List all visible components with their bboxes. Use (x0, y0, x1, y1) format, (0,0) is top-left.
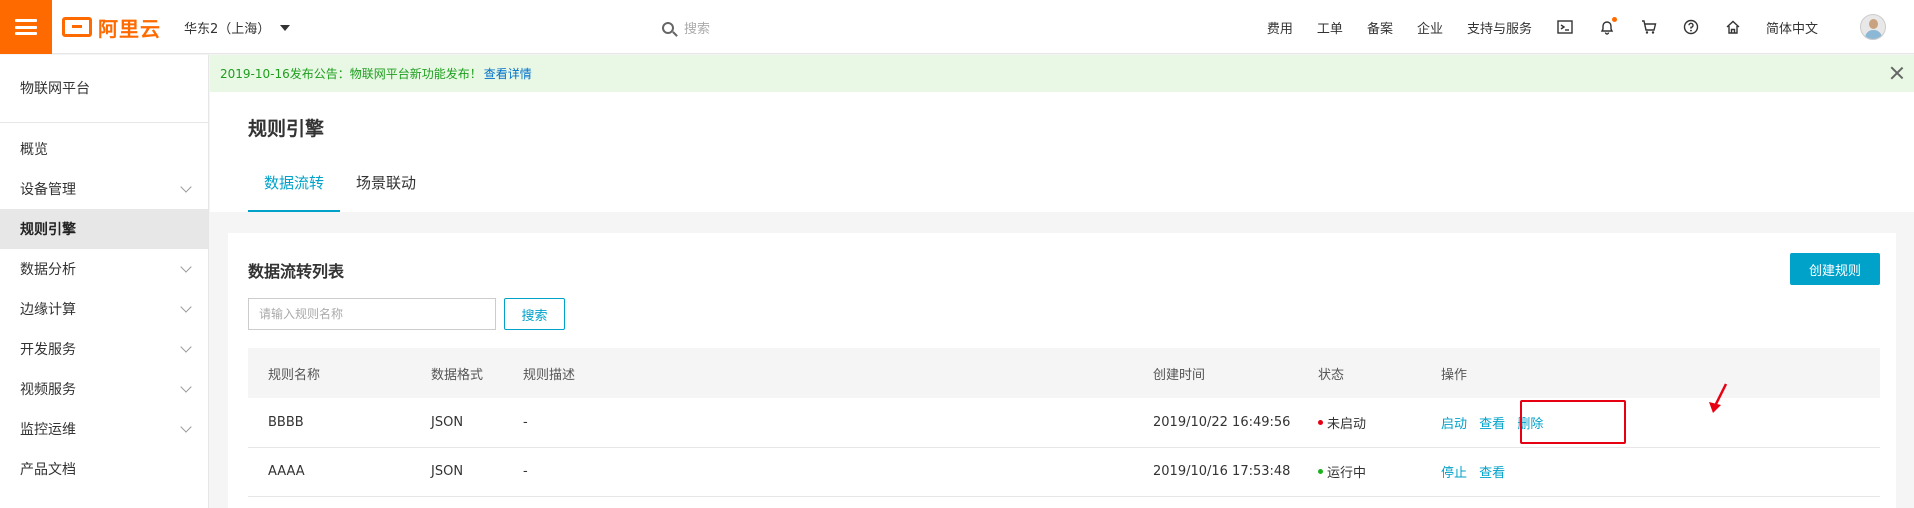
sidebar-item-label: 开发服务 (20, 342, 76, 358)
global-search[interactable]: 搜索 (662, 18, 710, 37)
chevron-down-icon (180, 301, 192, 313)
announcement-text: 2019-10-16发布公告：物联网平台新功能发布！ (220, 67, 482, 81)
nav-billing[interactable]: 费用 (1267, 18, 1293, 37)
sidebar-item-data-analysis[interactable]: 数据分析 (0, 249, 208, 289)
sidebar-item-label: 设备管理 (20, 182, 76, 198)
rule-name-cell: AAAA (268, 464, 305, 479)
sidebar-title: 物联网平台 (0, 55, 208, 123)
status-cell: 未启动 (1298, 398, 1421, 447)
sidebar-item-docs[interactable]: 产品文档 (0, 449, 208, 489)
sidebar-item-monitoring[interactable]: 监控运维 (0, 409, 208, 449)
operations-cell: 启动 查看 删除 (1421, 398, 1880, 447)
operations-cell: 停止 查看 (1421, 447, 1880, 496)
terminal-icon[interactable] (1556, 18, 1574, 36)
table-row: BBBB JSON - 2019/10/22 16:49:56 未启动 启动 查… (248, 398, 1880, 447)
sidebar-item-label: 监控运维 (20, 422, 76, 438)
language-switch[interactable]: 简体中文 (1766, 18, 1818, 37)
created-time-cell: 2019/10/22 16:49:56 (1153, 414, 1291, 430)
region-selector[interactable]: 华东2（上海） (184, 18, 291, 37)
nav-support[interactable]: 支持与服务 (1467, 18, 1532, 37)
sidebar-item-label: 数据分析 (20, 262, 76, 278)
region-label: 华东2（上海） (184, 22, 271, 37)
sidebar-item-device-management[interactable]: 设备管理 (0, 169, 208, 209)
menu-icon[interactable] (0, 0, 52, 54)
delete-rule-link[interactable]: 删除 (1517, 417, 1543, 432)
brand-logo[interactable]: 阿里云 (62, 13, 161, 41)
notification-dot (1611, 17, 1617, 22)
announcement-bar: 2019-10-16发布公告：物联网平台新功能发布！ 查看详情 (210, 55, 1914, 92)
data-format-cell: JSON (431, 414, 464, 430)
status-text: 运行中 (1327, 466, 1367, 481)
rule-name-cell: BBBB (268, 414, 304, 430)
rule-desc-cell: - (523, 414, 528, 430)
status-badge: 运行中 (1318, 462, 1366, 481)
aliyun-logo-icon (62, 17, 92, 37)
announcement-link[interactable]: 查看详情 (484, 65, 532, 82)
column-header: 规则描述 (523, 367, 576, 383)
sidebar-item-label: 视频服务 (20, 382, 76, 398)
column-header: 创建时间 (1153, 367, 1206, 383)
rule-table: 规则名称 数据格式 规则描述 创建时间 状态 操作 BBBB JSON - 20… (248, 348, 1880, 497)
top-nav: 费用 工单 备案 企业 支持与服务 简体中文 (1243, 0, 1818, 54)
bell-icon[interactable] (1598, 17, 1617, 36)
chevron-down-icon (180, 381, 192, 393)
start-rule-link[interactable]: 启动 (1441, 417, 1467, 432)
column-header: 数据格式 (431, 367, 484, 383)
sidebar-item-label: 规则引擎 (20, 222, 76, 238)
sidebar-item-edge-computing[interactable]: 边缘计算 (0, 289, 208, 329)
view-rule-link[interactable]: 查看 (1479, 417, 1505, 432)
status-dot-icon (1318, 469, 1323, 474)
help-icon[interactable] (1682, 18, 1700, 36)
caret-down-icon (280, 24, 291, 31)
global-search-placeholder: 搜索 (684, 22, 711, 37)
column-header: 操作 (1441, 367, 1468, 383)
rule-desc-cell: - (523, 464, 528, 479)
view-rule-link[interactable]: 查看 (1479, 466, 1505, 481)
sidebar-item-rule-engine[interactable]: 规则引擎 (0, 209, 208, 249)
rule-name-search-input[interactable] (248, 298, 496, 330)
status-text: 未启动 (1327, 416, 1367, 432)
tab-scene-linkage[interactable]: 场景联动 (340, 162, 432, 212)
created-time-cell: 2019/10/16 17:53:48 (1153, 464, 1291, 479)
stop-rule-link[interactable]: 停止 (1441, 466, 1467, 481)
status-cell: 运行中 (1298, 447, 1421, 496)
page-title: 规则引擎 (248, 118, 325, 140)
chevron-down-icon (180, 341, 192, 353)
search-icon (662, 21, 674, 34)
table-header-row: 规则名称 数据格式 规则描述 创建时间 状态 操作 (248, 348, 1880, 398)
sidebar-item-label: 边缘计算 (20, 302, 76, 318)
sidebar-item-label: 产品文档 (20, 462, 76, 478)
column-header: 状态 (1318, 367, 1345, 383)
tabs: 数据流转 场景联动 (248, 162, 432, 212)
status-badge: 未启动 (1318, 413, 1366, 432)
home-icon[interactable] (1724, 18, 1742, 36)
chevron-down-icon (180, 421, 192, 433)
avatar[interactable] (1860, 14, 1886, 40)
card-title: 数据流转列表 (248, 262, 345, 281)
data-format-cell: JSON (431, 464, 464, 479)
close-icon[interactable] (1890, 66, 1904, 80)
nav-tickets[interactable]: 工单 (1317, 18, 1343, 37)
status-dot-icon (1318, 419, 1323, 425)
search-button[interactable]: 搜索 (504, 298, 565, 330)
sidebar-item-overview[interactable]: 概览 (0, 129, 208, 169)
cart-icon[interactable] (1640, 18, 1658, 36)
table-row: AAAA JSON - 2019/10/16 17:53:48 运行中 停止 查… (248, 447, 1880, 496)
chevron-down-icon (180, 261, 192, 273)
page-header: 规则引擎 数据流转 场景联动 (210, 92, 1914, 212)
column-header: 规则名称 (268, 367, 321, 383)
sidebar-item-label: 概览 (20, 142, 48, 158)
sidebar-item-video-services[interactable]: 视频服务 (0, 369, 208, 409)
chevron-down-icon (180, 181, 192, 193)
rule-list-card: 数据流转列表 创建规则 搜索 规则名称 数据格式 规则描述 创建时间 状态 操作… (228, 233, 1896, 508)
create-rule-button[interactable]: 创建规则 (1790, 253, 1880, 285)
brand-name: 阿里云 (98, 16, 161, 41)
nav-icp[interactable]: 备案 (1367, 18, 1393, 37)
nav-enterprise[interactable]: 企业 (1417, 18, 1443, 37)
sidebar-item-dev-services[interactable]: 开发服务 (0, 329, 208, 369)
tab-data-forwarding[interactable]: 数据流转 (248, 162, 341, 212)
top-bar: 阿里云 华东2（上海） 搜索 费用 工单 备案 企业 支持与服务 简体中文 (0, 0, 1914, 54)
sidebar: 物联网平台 概览 设备管理 规则引擎 数据分析 边缘计算 开发服务 视频服务 监… (0, 55, 209, 508)
